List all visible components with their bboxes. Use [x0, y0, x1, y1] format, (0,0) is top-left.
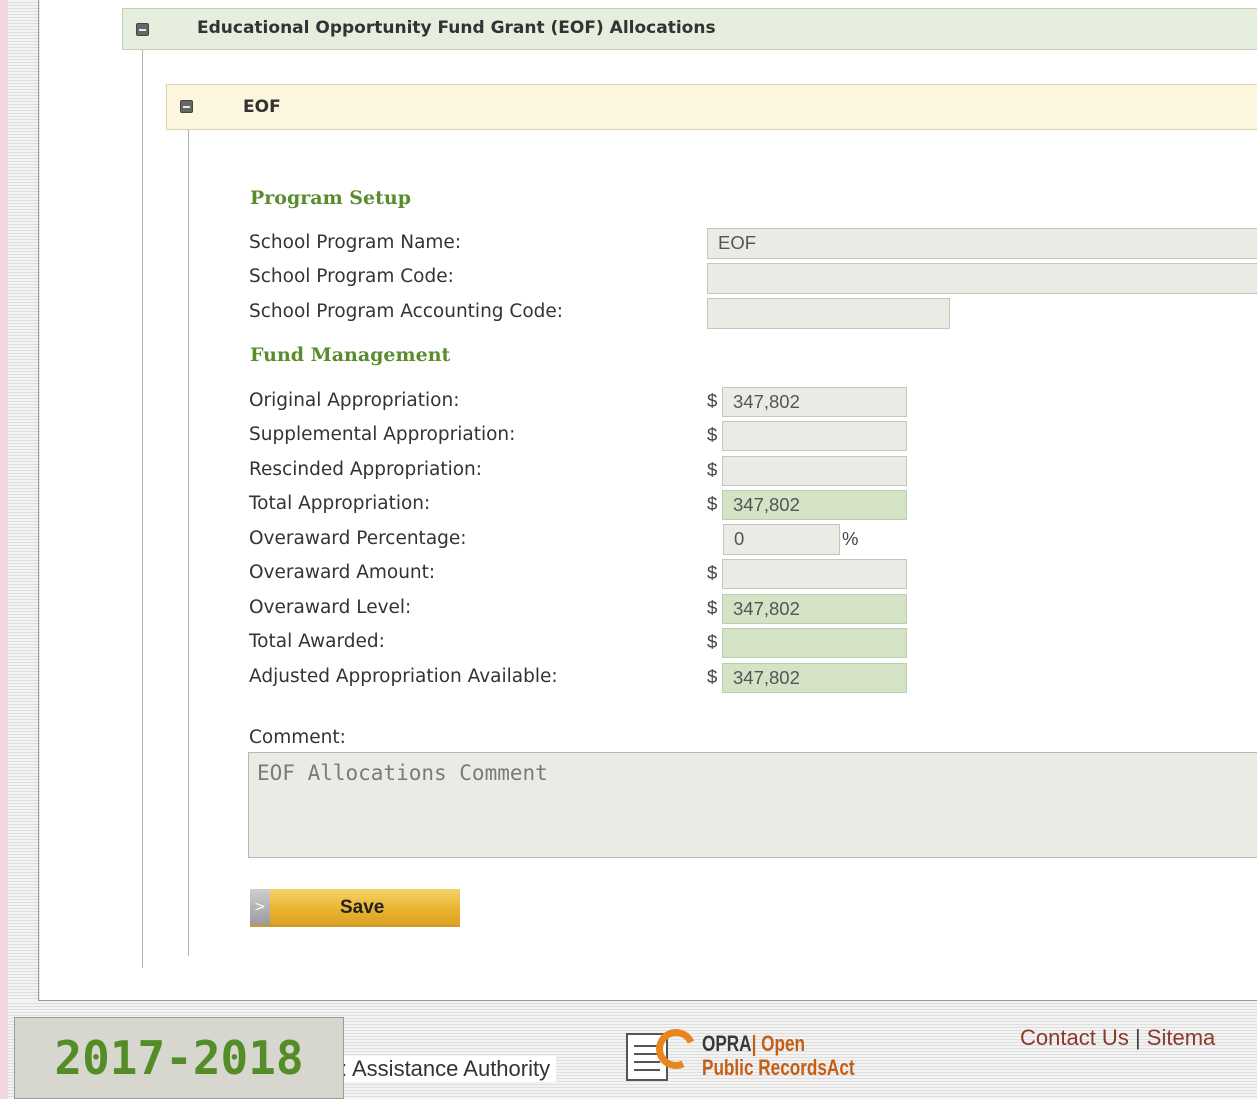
currency-symbol: $	[707, 666, 718, 687]
opra-logo[interactable]: OPRA| Open Public RecordsAct	[626, 1023, 891, 1087]
school-program-accounting-code-label: School Program Accounting Code:	[249, 301, 564, 322]
currency-symbol: $	[707, 597, 718, 618]
collapse-icon[interactable]	[136, 23, 149, 36]
total-appropriation-field: 347,802	[722, 490, 907, 520]
save-button[interactable]: > Save	[250, 889, 460, 927]
overaward-level-label: Overaward Level:	[249, 597, 412, 618]
overaward-amount-field[interactable]	[722, 559, 907, 589]
section-header: Educational Opportunity Fund Grant (EOF)…	[122, 8, 1257, 50]
footer-links: Contact Us | Sitema	[1020, 1025, 1215, 1051]
academic-year-badge: 2017-2018	[14, 1017, 344, 1099]
supplemental-appropriation-label: Supplemental Appropriation:	[249, 424, 516, 445]
collapse-icon[interactable]	[180, 100, 193, 113]
sitemap-link[interactable]: Sitema	[1147, 1025, 1215, 1050]
save-button-label: Save	[340, 897, 385, 918]
chevron-right-icon: >	[250, 889, 270, 925]
currency-symbol: $	[707, 493, 718, 514]
program-setup-heading: Program Setup	[250, 187, 411, 209]
comment-textarea[interactable]: EOF Allocations Comment	[248, 752, 1257, 858]
tree-line	[188, 130, 189, 956]
school-program-code-label: School Program Code:	[249, 266, 454, 287]
rescinded-appropriation-field[interactable]	[722, 456, 907, 486]
adjusted-appropriation-available-label: Adjusted Appropriation Available:	[249, 666, 558, 687]
school-program-name-label: School Program Name:	[249, 232, 462, 253]
contact-us-link[interactable]: Contact Us	[1020, 1025, 1129, 1050]
total-awarded-field	[722, 628, 907, 658]
original-appropriation-label: Original Appropriation:	[249, 390, 460, 411]
school-program-accounting-code-field[interactable]	[707, 298, 950, 329]
percent-symbol: %	[842, 528, 859, 549]
overaward-percentage-label: Overaward Percentage:	[249, 528, 467, 549]
content-border-left	[38, 0, 39, 1001]
currency-symbol: $	[707, 424, 718, 445]
school-program-code-field[interactable]	[707, 263, 1257, 294]
footer-organization-text: : Assistance Authority	[341, 1056, 557, 1082]
subsection-header: EOF	[166, 84, 1257, 130]
overaward-percentage-field[interactable]: 0	[723, 524, 840, 555]
adjusted-appropriation-available-field: 347,802	[722, 663, 907, 693]
overaward-level-field: 347,802	[722, 594, 907, 624]
left-accent-bar	[0, 0, 8, 1099]
section-title: Educational Opportunity Fund Grant (EOF)…	[197, 18, 716, 38]
total-appropriation-label: Total Appropriation:	[249, 493, 431, 514]
overaward-amount-label: Overaward Amount:	[249, 562, 436, 583]
rescinded-appropriation-label: Rescinded Appropriation:	[249, 459, 482, 480]
link-separator: |	[1134, 1025, 1141, 1050]
currency-symbol: $	[707, 562, 718, 583]
subsection-title: EOF	[243, 97, 281, 117]
supplemental-appropriation-field[interactable]	[722, 421, 907, 451]
comment-label: Comment:	[249, 727, 346, 748]
currency-symbol: $	[707, 631, 718, 652]
currency-symbol: $	[707, 459, 718, 480]
fund-management-heading: Fund Management	[250, 344, 451, 366]
original-appropriation-field[interactable]: 347,802	[722, 387, 907, 417]
opra-logo-title: OPRA| Open	[702, 1031, 806, 1056]
tree-line	[142, 50, 143, 968]
left-striped-margin	[8, 0, 40, 1001]
opra-logo-subtitle: Public RecordsAct	[702, 1055, 855, 1080]
total-awarded-label: Total Awarded:	[249, 631, 385, 652]
school-program-name-field[interactable]: EOF	[707, 228, 1257, 259]
currency-symbol: $	[707, 390, 718, 411]
